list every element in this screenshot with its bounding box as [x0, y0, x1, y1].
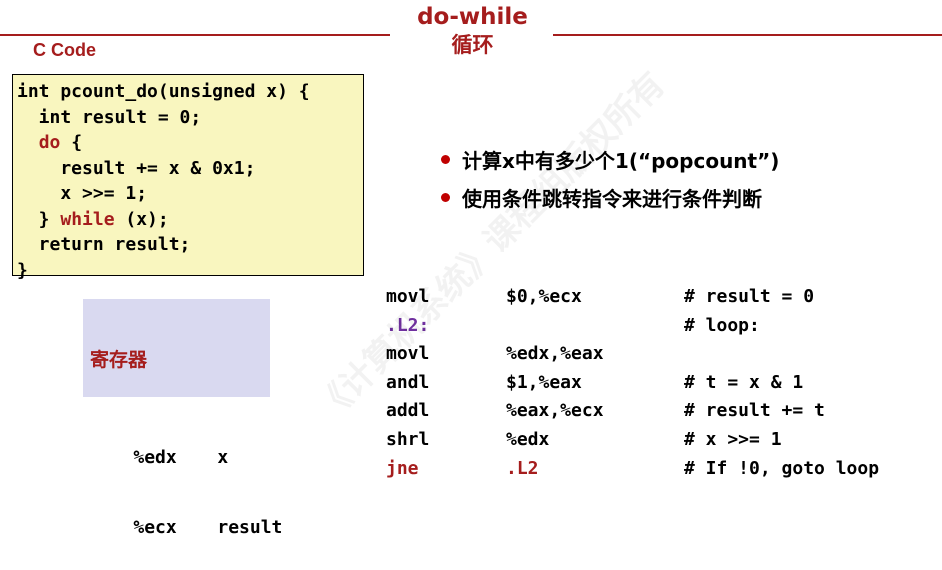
code-text: } [17, 259, 28, 281]
bullet-item: 计算x中有多少个1(“popcount”) [441, 140, 779, 178]
assembly-row: jne .L2 # If !0, goto loop [386, 455, 942, 484]
assembly-row: .L2: # loop: [386, 312, 942, 341]
asm-comment: # x >>= 1 [684, 428, 782, 450]
register-row: %edx x [90, 416, 270, 468]
bullet-dot-icon [441, 192, 450, 202]
assembly-row: movl %edx,%eax [386, 340, 942, 369]
code-line: } [17, 258, 363, 284]
code-line: int pcount_do(unsigned x) { [17, 79, 363, 105]
asm-operands: %edx [506, 428, 550, 450]
code-line: do { [17, 130, 363, 156]
asm-comment: # result += t [684, 400, 825, 422]
asm-opcode: addl [386, 400, 430, 422]
code-text: x >>= 1; [17, 183, 148, 204]
slide-title-line1: do-while [417, 4, 528, 30]
register-use: x [217, 447, 229, 468]
asm-opcode: movl [386, 343, 430, 365]
code-keyword: while [60, 208, 115, 230]
asm-comment: # If !0, goto loop [684, 457, 880, 479]
asm-operands: %edx,%eax [506, 343, 604, 365]
asm-operands: %eax,%ecx [506, 400, 604, 422]
register-use: result [217, 517, 283, 538]
assembly-listing: movl $0,%ecx # result = 0 .L2: # loop: movl %e… [386, 283, 942, 483]
code-line: result += x & 0x1; [17, 156, 363, 182]
asm-comment: # result = 0 [684, 286, 815, 307]
asm-opcode: jne [386, 457, 419, 479]
code-line: } while (x); [17, 207, 363, 233]
asm-opcode: movl [386, 286, 430, 307]
code-text: int pcount_do(unsigned x) { [17, 81, 310, 102]
asm-operands: $1,%eax [506, 371, 582, 393]
code-text: return result; [17, 234, 191, 255]
bullet-text: 使用条件跳转指令来进行条件判断 [462, 186, 762, 211]
code-text: { [60, 132, 83, 153]
title-rule-right [553, 34, 942, 36]
bullet-text: 计算x中有多少个1(“popcount”) [462, 148, 780, 173]
slide-title: do-while 循环 [400, 2, 545, 58]
code-text: int result = 0; [17, 106, 202, 128]
bullet-list: 计算x中有多少个1(“popcount”) 使用条件跳转指令来进行条件判断 [441, 140, 779, 216]
register-table-title: 寄存器 [90, 349, 148, 371]
code-line: x >>= 1; [17, 181, 363, 207]
asm-comment: # loop: [684, 314, 760, 336]
register-table: 寄存器 %edx x %ecx result [83, 299, 282, 538]
asm-opcode: .L2: [386, 314, 430, 336]
register-row: %ecx result [90, 486, 282, 538]
code-text: } [17, 208, 61, 230]
assembly-row: shrl %edx # x >>= 1 [386, 426, 942, 455]
assembly-row: addl %eax,%ecx # result += t [386, 397, 942, 426]
code-line: int result = 0; [17, 105, 363, 131]
asm-operands: .L2 [506, 457, 539, 479]
code-line: return result; [17, 232, 363, 258]
register-name: %edx [133, 447, 177, 468]
code-text: (x); [114, 208, 169, 230]
c-code-block: int pcount_do(unsigned x) { int result =… [12, 74, 364, 281]
c-code-label: C Code [33, 40, 96, 60]
bullet-item: 使用条件跳转指令来进行条件判断 [441, 178, 779, 216]
asm-opcode: shrl [386, 428, 430, 450]
slide-title-line2: 循环 [451, 33, 494, 57]
code-keyword: do [38, 132, 61, 153]
bullet-dot-icon [441, 154, 450, 164]
asm-opcode: andl [386, 371, 430, 393]
register-name: %ecx [133, 517, 177, 538]
assembly-row: movl $0,%ecx # result = 0 [386, 283, 942, 312]
assembly-row: andl $1,%eax # t = x & 1 [386, 369, 942, 398]
code-text: result += x & 0x1; [17, 157, 256, 179]
asm-comment: # t = x & 1 [684, 371, 804, 393]
title-rule-left [0, 34, 390, 36]
asm-operands: $0,%ecx [506, 286, 582, 307]
